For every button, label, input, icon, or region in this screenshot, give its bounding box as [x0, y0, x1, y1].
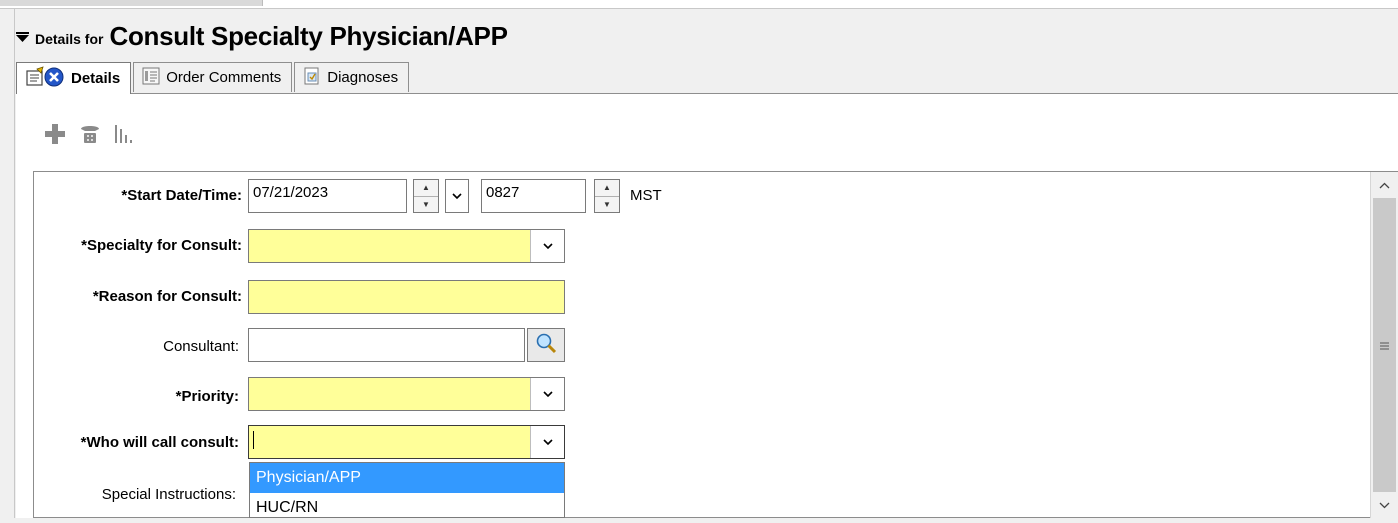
details-icon	[25, 65, 65, 92]
details-for-label: Details for	[35, 31, 104, 47]
who-will-call-options-list: Physician/APP HUC/RN	[249, 462, 565, 518]
start-date-time-label: *Start Date/Time:	[121, 187, 242, 204]
special-instructions-label: Special Instructions:	[101, 486, 236, 503]
text-cursor	[253, 431, 254, 450]
who-will-call-dropdown-button[interactable]	[530, 426, 564, 458]
priority-dropdown-button[interactable]	[530, 378, 564, 410]
start-time-spinner[interactable]: ▲ ▼	[594, 179, 620, 213]
add-icon[interactable]	[44, 123, 66, 150]
tab-order-comments[interactable]: Order Comments	[133, 62, 293, 92]
consultant-field[interactable]	[248, 328, 525, 362]
who-will-call-consult-label: *Who will call consult:	[80, 434, 239, 451]
tab-diagnoses-label: Diagnoses	[327, 69, 399, 86]
option-physician-app[interactable]: Physician/APP	[250, 463, 564, 493]
spin-up-icon[interactable]: ▲	[595, 180, 619, 196]
spin-up-icon[interactable]: ▲	[414, 180, 438, 196]
chevron-down-icon	[542, 387, 553, 401]
chart-icon[interactable]	[114, 123, 134, 150]
priority-value	[249, 378, 530, 410]
phone-icon[interactable]	[78, 123, 102, 150]
diagnoses-icon	[303, 67, 321, 89]
collapse-triangle-icon[interactable]	[16, 31, 29, 46]
order-title: Consult Specialty Physician/APP	[109, 20, 508, 51]
date-calendar-dropdown[interactable]	[445, 179, 469, 213]
who-will-call-value[interactable]	[249, 426, 530, 458]
details-header[interactable]: Details for Consult Specialty Physician/…	[16, 19, 508, 53]
consultant-label: Consultant:	[163, 338, 239, 355]
grip-icon	[1380, 338, 1389, 353]
start-date-spinner[interactable]: ▲ ▼	[413, 179, 439, 213]
left-frame-border	[14, 9, 15, 518]
specialty-for-consult-label: *Specialty for Consult:	[81, 237, 242, 254]
tab-order-comments-label: Order Comments	[166, 69, 282, 86]
option-huc-rn[interactable]: HUC/RN	[250, 493, 564, 523]
chevron-down-icon	[542, 435, 553, 449]
specialty-for-consult-select[interactable]	[248, 229, 565, 263]
comments-icon	[142, 67, 160, 89]
specialty-dropdown-button[interactable]	[530, 230, 564, 262]
who-will-call-consult-select[interactable]	[248, 425, 565, 459]
spin-down-icon[interactable]: ▼	[414, 195, 438, 213]
reason-for-consult-field[interactable]	[248, 280, 565, 314]
top-frame-edge	[0, 0, 1398, 9]
reason-for-consult-label: *Reason for Consult:	[92, 288, 242, 305]
start-date-field[interactable]: 07/21/2023	[248, 179, 407, 213]
scrollbar-thumb[interactable]	[1373, 198, 1396, 492]
tab-details[interactable]: Details	[16, 62, 132, 94]
details-toolbar	[44, 118, 134, 154]
chevron-down-icon	[542, 239, 553, 253]
specialty-value	[249, 230, 530, 262]
priority-select[interactable]	[248, 377, 565, 411]
chevron-down-icon	[452, 189, 462, 203]
consultant-search-button[interactable]	[527, 328, 565, 362]
tab-details-label: Details	[71, 70, 121, 87]
form-scrollbar[interactable]	[1370, 172, 1398, 518]
scroll-down-icon[interactable]	[1371, 492, 1398, 518]
tab-diagnoses[interactable]: Diagnoses	[294, 62, 410, 92]
timezone-label: MST	[630, 187, 662, 204]
scroll-up-icon[interactable]	[1371, 172, 1398, 198]
search-icon	[535, 332, 557, 359]
tab-strip: Details Order Comments Diagnoses	[16, 62, 411, 94]
top-frame-stub	[0, 0, 263, 6]
priority-label: *Priority:	[175, 388, 239, 405]
start-time-field[interactable]: 0827	[481, 179, 586, 213]
spin-down-icon[interactable]: ▼	[595, 195, 619, 213]
